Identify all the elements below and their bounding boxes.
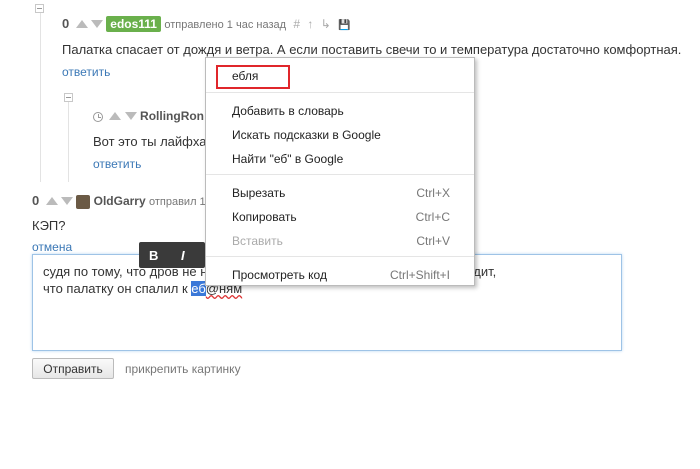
reply-link[interactable]: ответить [62, 65, 110, 79]
submit-button[interactable]: Отправить [32, 358, 114, 379]
save-icon[interactable]: 💾 [338, 20, 350, 31]
menu-separator [206, 256, 474, 257]
comment-text: Палатка спасает от дождя и ветра. А если… [62, 42, 682, 57]
reply-link[interactable]: ответить [93, 157, 141, 171]
italic-button[interactable]: I [181, 248, 185, 263]
collapse-toggle[interactable] [64, 93, 73, 102]
rating-value: 0 [32, 193, 40, 208]
format-toolbar: B I [139, 242, 205, 268]
username[interactable]: edos111 [106, 16, 161, 32]
reply-thread-icon[interactable]: ↳ [321, 17, 331, 31]
menu-separator [206, 92, 474, 93]
downvote-icon[interactable] [124, 112, 137, 120]
comment-text: КЭП? [32, 218, 66, 233]
menu-separator [206, 174, 474, 175]
menu-item-suggestion[interactable]: ебля [232, 69, 258, 83]
menu-item-copy[interactable]: Копировать [232, 210, 297, 224]
upvote-icon[interactable] [45, 197, 58, 205]
comment-header: 0 OldGarry отправил 1 [32, 193, 206, 209]
shortcut-cut: Ctrl+X [416, 186, 450, 200]
bold-button[interactable]: B [149, 248, 158, 263]
username[interactable]: RollingRon [140, 109, 204, 123]
permalink-icon[interactable]: # [293, 17, 300, 31]
comment-text: Вот это ты лайфхак [93, 134, 213, 149]
comment-timestamp: отправил 1 [148, 196, 206, 208]
upvote-icon[interactable] [109, 112, 122, 120]
menu-item-find-google[interactable]: Найти "еб" в Google [232, 152, 343, 166]
avatar[interactable] [76, 194, 91, 209]
rating-value: 0 [62, 16, 70, 31]
shortcut-inspect: Ctrl+Shift+I [389, 268, 450, 282]
menu-item-search-google-hints[interactable]: Искать подсказки в Google [232, 128, 381, 142]
attach-image-link[interactable]: прикрепить картинку [125, 362, 241, 376]
shortcut-paste: Ctrl+V [416, 234, 450, 248]
collapse-toggle[interactable] [35, 4, 44, 13]
username[interactable]: OldGarry [94, 194, 146, 208]
parent-icon[interactable]: ↑ [307, 17, 313, 31]
thread-line [40, 12, 41, 182]
menu-item-paste[interactable]: Вставить [232, 234, 283, 248]
cancel-link[interactable]: отмена [32, 240, 72, 254]
upvote-icon[interactable] [75, 20, 88, 28]
clock-icon [93, 111, 103, 122]
comment-header: 0 edos111 отправлено 1 час назад # ↑ ↳ 💾 [62, 16, 351, 32]
menu-item-cut[interactable]: Вырезать [232, 186, 285, 200]
downvote-icon[interactable] [90, 20, 103, 28]
comment-header: RollingRon [93, 109, 204, 123]
comment-timestamp: отправлено 1 час назад [164, 19, 287, 31]
menu-item-add-dictionary[interactable]: Добавить в словарь [232, 104, 344, 118]
shortcut-copy: Ctrl+C [415, 210, 450, 224]
thread-line [68, 102, 69, 182]
downvote-icon[interactable] [60, 197, 73, 205]
selected-word: еб [191, 281, 206, 296]
menu-item-inspect[interactable]: Просмотреть код [232, 268, 327, 282]
editor-text-part: что палатку он спалил к [43, 281, 192, 296]
context-menu: ебля Добавить в словарь Искать подсказки… [205, 57, 475, 286]
